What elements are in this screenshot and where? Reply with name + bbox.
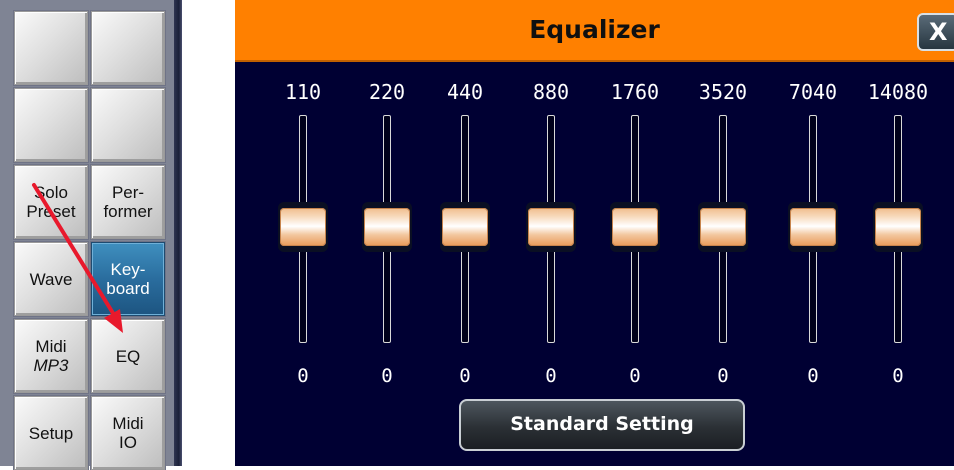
slider-knob[interactable]: [788, 202, 838, 252]
midi-mp3-button[interactable]: Midi MP3: [14, 319, 88, 393]
band-gain-value: 0: [381, 365, 393, 387]
button-label-line: Midi: [35, 337, 67, 356]
keyboard-button[interactable]: Key-board: [91, 242, 165, 316]
slider-knob-face: [875, 208, 921, 246]
button-label-line: Midi: [112, 414, 144, 433]
band-frequency-label: 14080: [867, 80, 929, 104]
empty-button-2[interactable]: [91, 11, 165, 85]
slider-knob-face: [442, 208, 488, 246]
band-frequency-label: 3520: [698, 80, 748, 104]
slider-knob[interactable]: [278, 202, 328, 252]
band-frequency-label: 7040: [788, 80, 838, 104]
empty-button-4[interactable]: [91, 88, 165, 162]
empty-button-1[interactable]: [14, 11, 88, 85]
midi-io-button[interactable]: Midi IO: [91, 396, 165, 470]
button-label-line: former: [103, 202, 153, 221]
band-gain-value: 0: [892, 365, 904, 387]
band-frequency-label: 440: [446, 80, 484, 104]
eq-button[interactable]: EQ: [91, 319, 165, 393]
button-label-line: EQ: [115, 346, 141, 366]
wave-button[interactable]: Wave: [14, 242, 88, 316]
band-gain-value: 0: [545, 365, 557, 387]
button-panel: Solo Preset Per-former Wave Key-board Mid…: [0, 0, 182, 470]
band-gain-value: 0: [297, 365, 309, 387]
button-label-line: MP3: [33, 356, 69, 375]
panel-divider: [174, 0, 182, 466]
button-label-line: Key-: [110, 260, 146, 279]
slider-knob[interactable]: [526, 202, 576, 252]
empty-button-3[interactable]: [14, 88, 88, 162]
band-gain-value: 0: [629, 365, 641, 387]
band-frequency-label: 110: [284, 80, 322, 104]
slider-knob[interactable]: [698, 202, 748, 252]
slider-knob-face: [280, 208, 326, 246]
band-frequency-label: 220: [368, 80, 406, 104]
band-gain-value: 0: [807, 365, 819, 387]
performer-button[interactable]: Per-former: [91, 165, 165, 239]
band-gain-value: 0: [459, 365, 471, 387]
band-frequency-label: 880: [532, 80, 570, 104]
standard-setting-button[interactable]: Standard Setting: [459, 399, 745, 451]
slider-knob-face: [612, 208, 658, 246]
slider-knob-face: [700, 208, 746, 246]
button-label-line: Wave: [29, 269, 73, 289]
button-label-line: Solo: [33, 183, 68, 202]
slider-knob[interactable]: [610, 202, 660, 252]
solo-preset-button[interactable]: Solo Preset: [14, 165, 88, 239]
dialog-title: Equalizer: [529, 15, 660, 44]
equalizer-dialog: Equalizer X 110 0 220 0 440 0 880 0 1760 0 3520 0 70…: [235, 0, 954, 466]
button-label-line: board: [106, 279, 150, 298]
button-label-line: Per-: [111, 183, 145, 202]
slider-knob[interactable]: [362, 202, 412, 252]
slider-knob-face: [364, 208, 410, 246]
slider-knob-face: [528, 208, 574, 246]
slider-knob[interactable]: [440, 202, 490, 252]
setup-button[interactable]: Setup: [14, 396, 88, 470]
button-label-line: Preset: [26, 202, 76, 221]
slider-knob-face: [790, 208, 836, 246]
button-label-line: Setup: [28, 423, 74, 443]
band-frequency-label: 1760: [610, 80, 660, 104]
close-button[interactable]: X: [917, 13, 954, 51]
band-gain-value: 0: [717, 365, 729, 387]
slider-knob[interactable]: [873, 202, 923, 252]
button-label-line: IO: [119, 433, 137, 452]
